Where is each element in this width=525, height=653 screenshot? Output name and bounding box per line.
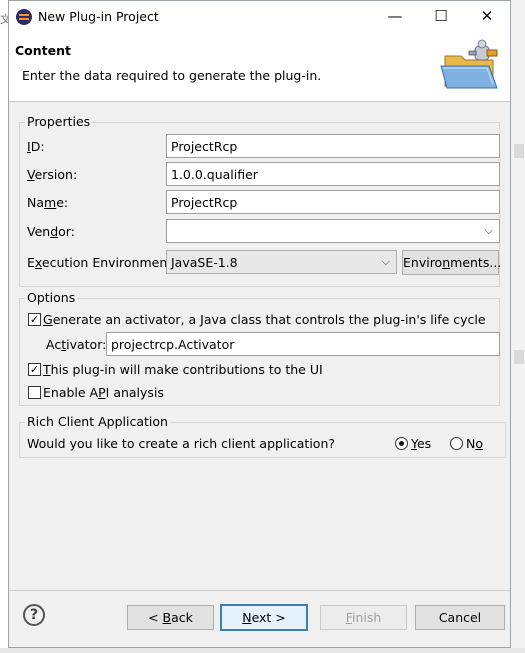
version-label: Version: (27, 167, 78, 182)
background-window (0, 0, 8, 653)
finish-button[interactable]: Finish (320, 605, 407, 630)
minimize-button[interactable]: — (372, 1, 418, 32)
background-window-bottom (0, 648, 525, 653)
generate-activator-label: Generate an activator, a Java class that… (43, 312, 486, 327)
chevron-down-icon: ⌵ (381, 255, 390, 268)
execution-environment-combo[interactable]: JavaSE-1.8 ⌵ (166, 250, 397, 274)
title-bar[interactable]: New Plug-in Project — ☐ ✕ (9, 1, 510, 32)
id-field[interactable]: ProjectRcp (166, 134, 500, 158)
activator-field[interactable]: projectrcp.Activator (106, 332, 500, 356)
new-plugin-project-dialog: New Plug-in Project — ☐ ✕ Content Enter … (8, 0, 511, 648)
ui-contributions-checkbox[interactable]: ✓ (28, 363, 41, 376)
window-title: New Plug-in Project (38, 9, 159, 24)
ui-contributions-label: This plug-in will make contributions to … (43, 362, 323, 377)
eclipse-icon (16, 9, 32, 25)
maximize-button[interactable]: ☐ (418, 1, 464, 32)
api-analysis-checkbox[interactable] (28, 386, 41, 399)
vendor-combo[interactable]: ⌵ (166, 219, 500, 243)
execution-environment-value: JavaSE-1.8 (171, 255, 238, 270)
help-icon[interactable]: ? (23, 604, 45, 626)
close-button[interactable]: ✕ (464, 1, 510, 32)
cancel-button[interactable]: Cancel (415, 605, 505, 630)
version-field[interactable]: 1.0.0.qualifier (166, 162, 500, 186)
activator-label: Activator: (46, 337, 107, 352)
properties-group-label: Properties (25, 114, 93, 129)
background-scrollbar-thumb (514, 350, 524, 364)
execution-environment-label: Execution Environment: (27, 255, 177, 270)
rich-client-no-radio[interactable] (450, 437, 463, 450)
background-glyph: 文 (0, 13, 8, 26)
chevron-down-icon: ⌵ (484, 224, 493, 237)
id-label: ID: (27, 139, 45, 154)
name-label: Name: (27, 195, 69, 210)
api-analysis-label: Enable API analysis (43, 385, 164, 400)
name-field[interactable]: ProjectRcp (166, 190, 500, 214)
wizard-header: Content Enter the data required to gener… (9, 32, 510, 102)
vendor-label: Vendor: (27, 224, 75, 239)
rich-client-yes-radio[interactable] (395, 437, 408, 450)
rich-client-yes-label: Yes (411, 436, 432, 451)
rich-client-group-label: Rich Client Application (25, 414, 170, 429)
generate-activator-checkbox[interactable]: ✓ (28, 313, 41, 326)
background-window-right (511, 0, 525, 653)
page-title: Content (15, 43, 71, 58)
button-bar-separator (9, 590, 510, 591)
back-button[interactable]: < Back (127, 605, 214, 630)
options-group-label: Options (25, 290, 78, 305)
next-button[interactable]: Next > (220, 604, 308, 631)
page-description: Enter the data required to generate the … (22, 68, 322, 83)
background-scrollbar-thumb (514, 144, 524, 158)
rich-client-question: Would you like to create a rich client a… (27, 436, 336, 451)
environments-button[interactable]: Environments... (402, 250, 501, 275)
plugin-folder-icon (440, 39, 498, 89)
rich-client-no-label: No (466, 436, 484, 451)
